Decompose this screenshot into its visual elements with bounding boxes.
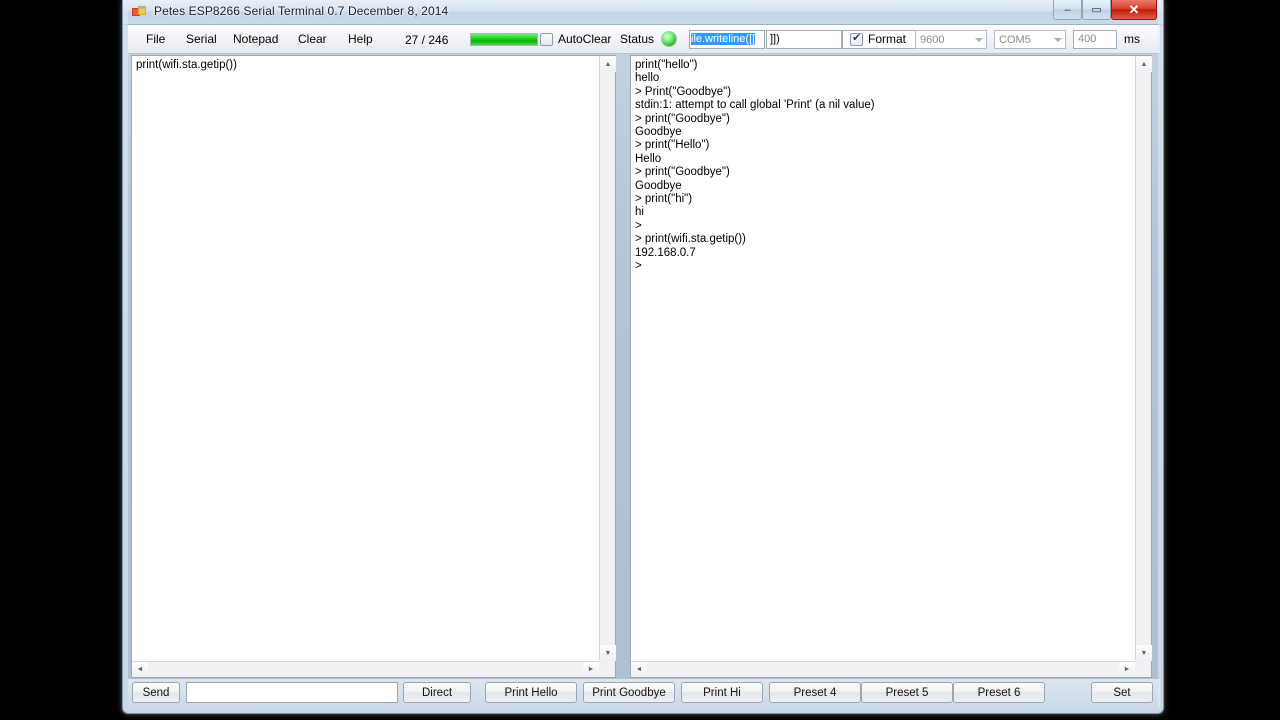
terminal-output: print("hello") hello > Print("Goodbye") …: [635, 59, 875, 273]
screen: Petes ESP8266 Serial Terminal 0.7 Decemb…: [0, 0, 1280, 720]
minimize-icon: –: [1064, 3, 1071, 16]
scroll-up-icon[interactable]: ▲: [1136, 56, 1152, 72]
scroll-right-icon[interactable]: ►: [583, 662, 599, 677]
scroll-down-icon[interactable]: ▼: [1136, 645, 1152, 661]
print-goodbye-button[interactable]: Print Goodbye: [583, 682, 675, 703]
preset-4-button[interactable]: Preset 4: [769, 682, 861, 703]
menu-item-serial[interactable]: Serial: [186, 32, 217, 46]
com-port-value: COM5: [999, 34, 1031, 46]
preset-5-button[interactable]: Preset 5: [861, 682, 953, 703]
send-input[interactable]: [186, 682, 398, 703]
chevron-down-icon: [1054, 38, 1062, 42]
suffix-input-value: ]]): [770, 33, 780, 45]
autoclear-checkbox[interactable]: [540, 33, 553, 46]
scrollbar-corner: [599, 661, 615, 677]
progress-fill: [471, 34, 537, 45]
menu-item-clear[interactable]: Clear: [298, 32, 327, 46]
bottom-button-bar: Send Direct Print Hello Print Goodbye Pr…: [128, 679, 1160, 708]
format-label: Format: [868, 32, 907, 46]
prefix-input[interactable]: ile.writeline([[: [689, 30, 765, 49]
chevron-down-icon: [975, 38, 983, 42]
close-button[interactable]: ✕: [1111, 0, 1157, 20]
terminal-panel[interactable]: print("hello") hello > Print("Goodbye") …: [630, 55, 1152, 678]
suffix-input[interactable]: ]]): [766, 30, 842, 49]
scroll-right-icon[interactable]: ►: [1119, 662, 1135, 677]
scroll-up-icon[interactable]: ▲: [600, 56, 616, 72]
print-hi-button[interactable]: Print Hi: [681, 682, 763, 703]
interval-input[interactable]: 400: [1073, 30, 1117, 49]
transfer-progress-bar: [470, 33, 538, 46]
editor-text: print(wifi.sta.getip()): [136, 59, 237, 71]
editor-vertical-scrollbar[interactable]: ▲ ▼: [599, 56, 616, 661]
terminal-vertical-scrollbar[interactable]: ▲ ▼: [1135, 56, 1152, 661]
interval-unit-label: ms: [1124, 32, 1140, 46]
print-hello-button[interactable]: Print Hello: [485, 682, 577, 703]
scroll-down-icon[interactable]: ▼: [600, 645, 616, 661]
editor-panel[interactable]: print(wifi.sta.getip()) ▲ ▼ ◄ ►: [131, 55, 616, 678]
send-button[interactable]: Send: [132, 682, 180, 703]
format-checkbox[interactable]: [850, 31, 863, 46]
status-label: Status: [620, 32, 655, 46]
baud-rate-select[interactable]: 9600: [915, 30, 987, 49]
application-window: Petes ESP8266 Serial Terminal 0.7 Decemb…: [122, 0, 1164, 714]
maximize-button[interactable]: ▭: [1082, 0, 1111, 20]
scrollbar-corner: [1135, 661, 1151, 677]
menu-item-help[interactable]: Help: [348, 32, 373, 46]
title-bar: Petes ESP8266 Serial Terminal 0.7 Decemb…: [123, 0, 1163, 25]
app-icon: [132, 6, 146, 16]
direct-button[interactable]: Direct: [403, 682, 471, 703]
maximize-icon: ▭: [1091, 4, 1102, 16]
close-icon: ✕: [1128, 1, 1140, 17]
baud-rate-value: 9600: [920, 34, 945, 46]
editor-horizontal-scrollbar[interactable]: ◄ ►: [132, 661, 599, 677]
menu-item-notepad[interactable]: Notepad: [233, 32, 278, 46]
byte-counter: 27 / 246: [405, 33, 449, 47]
menu-item-file[interactable]: File: [146, 32, 165, 46]
terminal-horizontal-scrollbar[interactable]: ◄ ►: [631, 661, 1135, 677]
com-port-select[interactable]: COM5: [994, 30, 1066, 49]
status-led-icon: [661, 31, 677, 47]
autoclear-label: AutoClear: [558, 32, 612, 46]
window-title: Petes ESP8266 Serial Terminal 0.7 Decemb…: [154, 4, 449, 18]
minimize-button[interactable]: –: [1053, 0, 1082, 20]
scroll-left-icon[interactable]: ◄: [631, 662, 647, 677]
set-button[interactable]: Set: [1091, 682, 1153, 703]
toolbar: File Serial Notepad Clear Help 27 / 246 …: [128, 25, 1160, 54]
preset-6-button[interactable]: Preset 6: [953, 682, 1045, 703]
interval-input-value: 400: [1078, 33, 1097, 45]
prefix-input-value: ile.writeline([[: [691, 33, 756, 45]
scroll-left-icon[interactable]: ◄: [132, 662, 148, 677]
